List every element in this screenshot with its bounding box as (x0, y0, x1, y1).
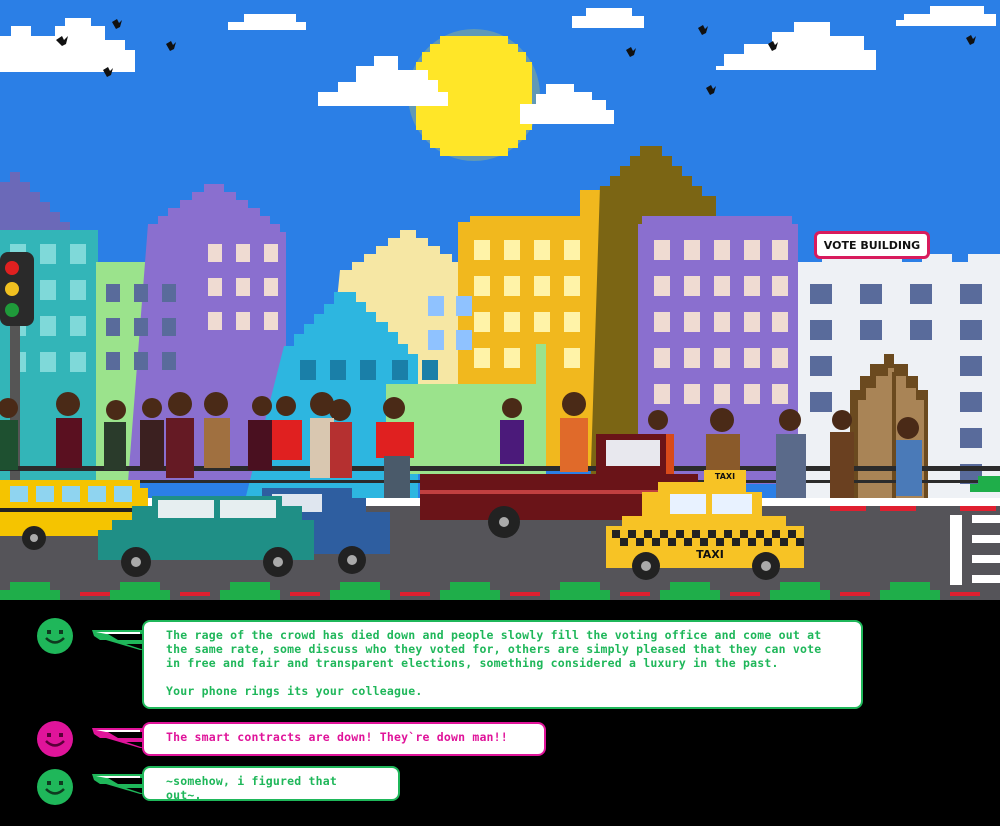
bubble-tail (92, 630, 144, 650)
dialogue-text: ~somehow, i figured that out~. (166, 774, 337, 802)
speaker-avatar-player (36, 768, 74, 806)
dialogue-text: The rage of the crowd has died down and … (166, 628, 822, 670)
speaker-avatar-player (36, 617, 74, 655)
dialogue-panel: The rage of the crowd has died down and … (0, 600, 1000, 826)
smiley-icon (37, 769, 73, 805)
bubble-tail (92, 774, 144, 794)
taxi-door-label: TAXI (696, 548, 724, 561)
dialogue-bubble: The rage of the crowd has died down and … (142, 620, 863, 709)
smiley-icon (37, 721, 73, 757)
vote-building-sign: VOTE BUILDING (814, 231, 930, 259)
taxi-roof-label: TAXI (715, 472, 735, 481)
smiley-icon (37, 618, 73, 654)
dialogue-bubble: ~somehow, i figured that out~. (142, 766, 400, 802)
city-scene: TAXI TAXI VOTE BUILDING (0, 0, 1000, 600)
vote-building-sign-text: VOTE BUILDING (823, 238, 921, 252)
dialogue-text: The smart contracts are down! They`re do… (166, 730, 508, 744)
bubble-tail (92, 728, 144, 748)
game-screen: TAXI TAXI VOTE BUILDING The rage of the … (0, 0, 1000, 826)
speaker-avatar-colleague (36, 720, 74, 758)
curb-markings (830, 506, 996, 511)
dialogue-text: Your phone rings its your colleague. (166, 684, 423, 698)
dialogue-bubble: The smart contracts are down! They`re do… (142, 722, 546, 756)
scene-art: TAXI TAXI (0, 0, 1000, 600)
